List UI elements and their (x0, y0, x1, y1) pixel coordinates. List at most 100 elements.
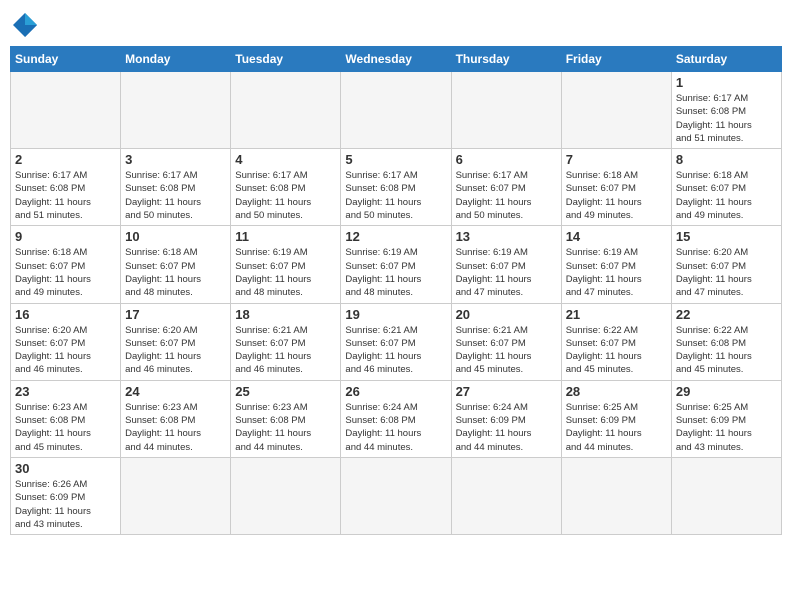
weekday-header: Sunday (11, 47, 121, 72)
day-number: 25 (235, 384, 336, 399)
calendar-day-cell: 18 Sunrise: 6:21 AM Sunset: 6:07 PM Dayli… (231, 303, 341, 380)
day-number: 22 (676, 307, 777, 322)
calendar-day-cell: 25 Sunrise: 6:23 AM Sunset: 6:08 PM Dayli… (231, 380, 341, 457)
day-number: 8 (676, 152, 777, 167)
calendar-day-cell (561, 457, 671, 534)
calendar-day-cell (341, 72, 451, 149)
calendar-day-cell (341, 457, 451, 534)
calendar-day-cell: 22 Sunrise: 6:22 AM Sunset: 6:08 PM Dayli… (671, 303, 781, 380)
day-info: Sunrise: 6:17 AM Sunset: 6:08 PM Dayligh… (676, 92, 777, 145)
day-info: Sunrise: 6:19 AM Sunset: 6:07 PM Dayligh… (235, 246, 336, 299)
day-number: 2 (15, 152, 116, 167)
day-number: 18 (235, 307, 336, 322)
calendar-week-row: 30 Sunrise: 6:26 AM Sunset: 6:09 PM Dayli… (11, 457, 782, 534)
day-number: 13 (456, 229, 557, 244)
day-number: 17 (125, 307, 226, 322)
calendar-day-cell: 26 Sunrise: 6:24 AM Sunset: 6:08 PM Dayli… (341, 380, 451, 457)
day-number: 19 (345, 307, 446, 322)
day-number: 4 (235, 152, 336, 167)
day-info: Sunrise: 6:22 AM Sunset: 6:08 PM Dayligh… (676, 324, 777, 377)
calendar-day-cell (451, 457, 561, 534)
day-number: 16 (15, 307, 116, 322)
calendar-day-cell: 4Sunrise: 6:17 AM Sunset: 6:08 PM Daylig… (231, 149, 341, 226)
calendar-day-cell: 6Sunrise: 6:17 AM Sunset: 6:07 PM Daylig… (451, 149, 561, 226)
day-info: Sunrise: 6:23 AM Sunset: 6:08 PM Dayligh… (235, 401, 336, 454)
day-info: Sunrise: 6:21 AM Sunset: 6:07 PM Dayligh… (456, 324, 557, 377)
calendar-day-cell (231, 457, 341, 534)
day-info: Sunrise: 6:25 AM Sunset: 6:09 PM Dayligh… (676, 401, 777, 454)
day-number: 3 (125, 152, 226, 167)
page: SundayMondayTuesdayWednesdayThursdayFrid… (0, 0, 792, 612)
day-info: Sunrise: 6:18 AM Sunset: 6:07 PM Dayligh… (125, 246, 226, 299)
calendar-day-cell: 3 Sunrise: 6:17 AM Sunset: 6:08 PM Daylig… (121, 149, 231, 226)
calendar-day-cell: 29 Sunrise: 6:25 AM Sunset: 6:09 PM Dayli… (671, 380, 781, 457)
weekday-header: Tuesday (231, 47, 341, 72)
calendar-week-row: 23 Sunrise: 6:23 AM Sunset: 6:08 PM Dayli… (11, 380, 782, 457)
calendar-day-cell: 12Sunrise: 6:19 AM Sunset: 6:07 PM Dayli… (341, 226, 451, 303)
calendar-week-row: 1 Sunrise: 6:17 AM Sunset: 6:08 PM Daylig… (11, 72, 782, 149)
day-info: Sunrise: 6:25 AM Sunset: 6:09 PM Dayligh… (566, 401, 667, 454)
day-info: Sunrise: 6:21 AM Sunset: 6:07 PM Dayligh… (345, 324, 446, 377)
calendar-day-cell: 15Sunrise: 6:20 AM Sunset: 6:07 PM Dayli… (671, 226, 781, 303)
day-number: 7 (566, 152, 667, 167)
day-number: 20 (456, 307, 557, 322)
day-number: 14 (566, 229, 667, 244)
calendar-week-row: 9Sunrise: 6:18 AM Sunset: 6:07 PM Daylig… (11, 226, 782, 303)
calendar-day-cell: 21 Sunrise: 6:22 AM Sunset: 6:07 PM Dayli… (561, 303, 671, 380)
day-number: 5 (345, 152, 446, 167)
calendar-day-cell: 8Sunrise: 6:18 AM Sunset: 6:07 PM Daylig… (671, 149, 781, 226)
day-info: Sunrise: 6:19 AM Sunset: 6:07 PM Dayligh… (456, 246, 557, 299)
calendar-day-cell (231, 72, 341, 149)
day-number: 23 (15, 384, 116, 399)
day-info: Sunrise: 6:18 AM Sunset: 6:07 PM Dayligh… (566, 169, 667, 222)
day-info: Sunrise: 6:22 AM Sunset: 6:07 PM Dayligh… (566, 324, 667, 377)
calendar-day-cell: 24Sunrise: 6:23 AM Sunset: 6:08 PM Dayli… (121, 380, 231, 457)
day-number: 10 (125, 229, 226, 244)
calendar-day-cell: 11 Sunrise: 6:19 AM Sunset: 6:07 PM Dayli… (231, 226, 341, 303)
day-number: 30 (15, 461, 116, 476)
calendar-day-cell (11, 72, 121, 149)
weekday-header: Monday (121, 47, 231, 72)
calendar-day-cell: 27 Sunrise: 6:24 AM Sunset: 6:09 PM Dayli… (451, 380, 561, 457)
day-number: 21 (566, 307, 667, 322)
day-info: Sunrise: 6:26 AM Sunset: 6:09 PM Dayligh… (15, 478, 116, 531)
header (10, 10, 782, 40)
calendar-day-cell (671, 457, 781, 534)
weekday-header: Saturday (671, 47, 781, 72)
calendar-week-row: 2 Sunrise: 6:17 AM Sunset: 6:08 PM Daylig… (11, 149, 782, 226)
weekday-header: Friday (561, 47, 671, 72)
calendar-day-cell: 7 Sunrise: 6:18 AM Sunset: 6:07 PM Daylig… (561, 149, 671, 226)
day-info: Sunrise: 6:17 AM Sunset: 6:08 PM Dayligh… (125, 169, 226, 222)
calendar-day-cell: 1 Sunrise: 6:17 AM Sunset: 6:08 PM Daylig… (671, 72, 781, 149)
calendar-day-cell: 20 Sunrise: 6:21 AM Sunset: 6:07 PM Dayli… (451, 303, 561, 380)
day-info: Sunrise: 6:17 AM Sunset: 6:08 PM Dayligh… (345, 169, 446, 222)
calendar-day-cell: 30 Sunrise: 6:26 AM Sunset: 6:09 PM Dayli… (11, 457, 121, 534)
calendar-day-cell: 2 Sunrise: 6:17 AM Sunset: 6:08 PM Daylig… (11, 149, 121, 226)
day-number: 29 (676, 384, 777, 399)
day-info: Sunrise: 6:17 AM Sunset: 6:08 PM Dayligh… (15, 169, 116, 222)
day-info: Sunrise: 6:21 AM Sunset: 6:07 PM Dayligh… (235, 324, 336, 377)
day-info: Sunrise: 6:17 AM Sunset: 6:07 PM Dayligh… (456, 169, 557, 222)
weekday-header: Wednesday (341, 47, 451, 72)
day-info: Sunrise: 6:24 AM Sunset: 6:08 PM Dayligh… (345, 401, 446, 454)
calendar-day-cell: 28Sunrise: 6:25 AM Sunset: 6:09 PM Dayli… (561, 380, 671, 457)
calendar-day-cell: 17 Sunrise: 6:20 AM Sunset: 6:07 PM Dayli… (121, 303, 231, 380)
logo (10, 10, 44, 40)
calendar-header-row: SundayMondayTuesdayWednesdayThursdayFrid… (11, 47, 782, 72)
weekday-header: Thursday (451, 47, 561, 72)
day-info: Sunrise: 6:24 AM Sunset: 6:09 PM Dayligh… (456, 401, 557, 454)
calendar-day-cell: 13 Sunrise: 6:19 AM Sunset: 6:07 PM Dayli… (451, 226, 561, 303)
calendar-day-cell: 19 Sunrise: 6:21 AM Sunset: 6:07 PM Dayli… (341, 303, 451, 380)
day-info: Sunrise: 6:20 AM Sunset: 6:07 PM Dayligh… (676, 246, 777, 299)
day-number: 26 (345, 384, 446, 399)
day-number: 27 (456, 384, 557, 399)
day-info: Sunrise: 6:23 AM Sunset: 6:08 PM Dayligh… (15, 401, 116, 454)
day-number: 12 (345, 229, 446, 244)
day-info: Sunrise: 6:20 AM Sunset: 6:07 PM Dayligh… (125, 324, 226, 377)
calendar-day-cell: 10 Sunrise: 6:18 AM Sunset: 6:07 PM Dayli… (121, 226, 231, 303)
calendar-day-cell: 5 Sunrise: 6:17 AM Sunset: 6:08 PM Daylig… (341, 149, 451, 226)
day-info: Sunrise: 6:20 AM Sunset: 6:07 PM Dayligh… (15, 324, 116, 377)
day-number: 1 (676, 75, 777, 90)
day-number: 11 (235, 229, 336, 244)
calendar: SundayMondayTuesdayWednesdayThursdayFrid… (10, 46, 782, 535)
